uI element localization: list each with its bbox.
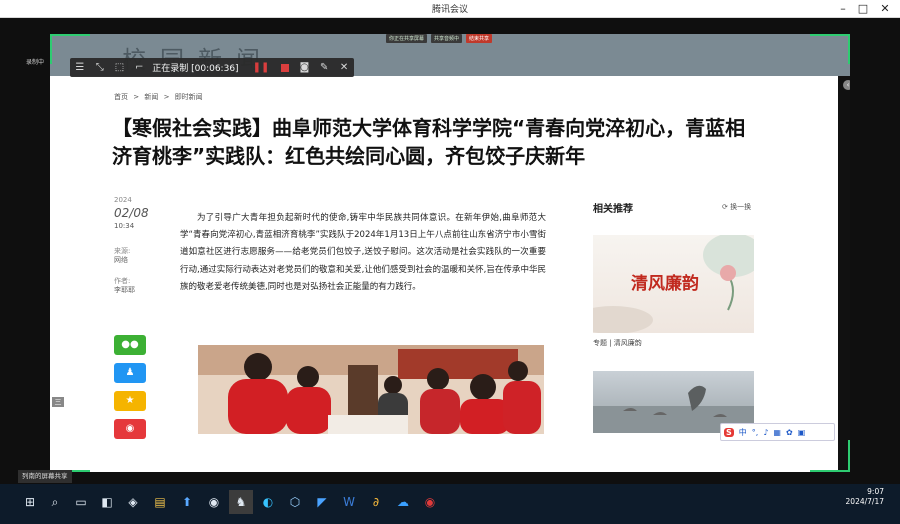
article-body: 为了引导广大青年担负起新时代的使命,铸牢中华民族共同体意识。在新年伊始,曲阜师范…	[180, 213, 546, 292]
refresh-icon: ⟳	[722, 203, 728, 211]
related-title: 相关推荐	[593, 204, 633, 215]
stop-sharing-button[interactable]: 结束共享	[466, 34, 493, 43]
app-a-icon[interactable]: ∂	[364, 490, 388, 514]
meta-source-label: 来源:	[114, 247, 131, 255]
recording-status: 正在录制 [00:06:36]	[152, 64, 239, 74]
window-titlebar: 腾讯会议 – □ ✕	[0, 0, 900, 18]
tools-icon[interactable]: ▣	[798, 428, 806, 437]
wechat-icon: ●●	[121, 339, 139, 350]
web-page: 校园新闻 ‹ 首页 > 新闻 > 即时新闻 【寒假社会实践】曲阜师范大学体育科学…	[50, 34, 850, 472]
qq-share-button[interactable]: ♟	[114, 363, 146, 383]
meta-time: 10:34	[114, 222, 135, 230]
widgets-icon[interactable]: ◧	[95, 490, 119, 514]
file-explorer-icon[interactable]: ▤	[148, 490, 172, 514]
task-view-icon[interactable]: ▭	[69, 490, 93, 514]
qzone-share-button[interactable]: ★	[114, 391, 146, 411]
ime-toolbar[interactable]: S 中 °, ♪ ▦ ✿ ▣	[720, 423, 835, 441]
breadcrumb-separator: >	[133, 93, 140, 101]
scroll-handle[interactable]: ‹	[843, 80, 850, 90]
meta-author: 李耶耶	[114, 286, 135, 294]
related-card-1[interactable]: 清风廉韵	[593, 235, 754, 333]
share-border-corner	[50, 34, 90, 36]
search-icon[interactable]: ⌕	[43, 490, 67, 514]
sogou-icon[interactable]: S	[724, 427, 734, 437]
recording-toolbar: ☰ ⤡ ⬚ ⌐ 正在录制 [00:06:36] ❚❚ ◙ ✎ ✕	[70, 58, 354, 77]
crop-icon[interactable]: ⌐	[129, 62, 149, 73]
edge-icon[interactable]: ◐	[256, 490, 280, 514]
box-app-icon[interactable]: ⬡	[283, 490, 307, 514]
maximize-button[interactable]: □	[852, 0, 874, 17]
meta-year: 2024	[114, 196, 132, 204]
card1-caption[interactable]: 专题 | 清风廉韵	[593, 338, 642, 348]
share-border-corner	[50, 34, 52, 64]
meta-author-label: 作者:	[114, 277, 131, 285]
sharing-audio-notice[interactable]: 共享音频中	[431, 34, 463, 43]
article-headline: 【寒假社会实践】曲阜师范大学体育科学学院“青春向党淬初心，青蓝相济育桃李”实践队…	[112, 116, 746, 168]
scroll-strip[interactable]: ‹	[838, 76, 850, 472]
word-icon[interactable]: W	[337, 490, 361, 514]
qq-icon: ♟	[125, 367, 135, 378]
recorder-app-icon[interactable]: ◉	[418, 490, 442, 514]
side-collapse-tab[interactable]: 三	[52, 397, 64, 407]
close-button[interactable]: ✕	[874, 0, 896, 17]
skin-icon[interactable]: ✿	[786, 428, 793, 437]
ime-language[interactable]: 中	[739, 427, 747, 438]
app-arrow-icon[interactable]: ⬆	[175, 490, 199, 514]
sharing-screen-notice: 你正在共享屏幕	[386, 34, 428, 43]
article-photo	[198, 345, 544, 434]
collapse-icon[interactable]: ⤡	[90, 62, 110, 73]
clock-date: 2024/7/17	[845, 497, 884, 506]
menu-icon[interactable]: ☰	[70, 62, 90, 73]
taskbar: ⊞ ⌕ ▭ ◧ ◈ ▤ ⬆ ◉ ♞ ◐ ⬡ ◤ W ∂ ☁ ◉ 9:07 202…	[0, 484, 900, 524]
weibo-icon: ◉	[125, 423, 135, 434]
weibo-share-button[interactable]: ◉	[114, 419, 146, 439]
cloud-app-icon[interactable]: ☁	[391, 490, 415, 514]
refresh-label: 换一换	[730, 203, 752, 211]
camera-icon[interactable]: ◙	[295, 62, 315, 73]
share-border-corner	[848, 440, 850, 472]
breadcrumb-news[interactable]: 新闻	[144, 93, 158, 101]
article-meta: 2024 02/08 10:34 来源: 网络 作者: 李耶耶	[114, 196, 149, 295]
meta-source: 网络	[114, 256, 128, 264]
refresh-button[interactable]: ⟳ 换一换	[722, 202, 751, 212]
breadcrumb: 首页 > 新闻 > 即时新闻	[114, 92, 206, 102]
meta-date: 02/08	[114, 206, 149, 220]
breadcrumb-separator: >	[163, 93, 170, 101]
screen-share-status: 列南的屏幕共享	[18, 470, 72, 483]
share-border-corner	[848, 34, 850, 64]
recording-corner-label: 录制中	[26, 59, 45, 66]
steam-icon[interactable]: ◉	[202, 490, 226, 514]
qzone-icon: ★	[125, 395, 135, 406]
share-notice-bar: 你正在共享屏幕 共享音频中 结束共享	[386, 34, 493, 43]
card1-title: 清风廉韵	[631, 274, 699, 294]
punctuation-icon[interactable]: °,	[752, 428, 759, 437]
keyboard-icon[interactable]: ▦	[773, 428, 781, 437]
close-toolbar-icon[interactable]: ✕	[334, 62, 354, 73]
region-icon[interactable]: ⬚	[110, 62, 130, 73]
app-icon[interactable]: ◈	[121, 490, 145, 514]
microphone-icon[interactable]: ♪	[763, 428, 768, 437]
wechat-share-button[interactable]: ●●	[114, 335, 146, 355]
volunteers-photo	[198, 345, 544, 434]
start-windows-icon[interactable]: ⊞	[18, 490, 42, 514]
clock-time: 9:07	[867, 487, 884, 496]
stop-record-icon[interactable]	[281, 63, 289, 72]
pen-icon[interactable]: ✎	[314, 62, 334, 73]
system-clock[interactable]: 9:07 2024/7/17	[846, 487, 884, 507]
breadcrumb-instant-news[interactable]: 即时新闻	[175, 93, 203, 101]
breadcrumb-home[interactable]: 首页	[114, 93, 128, 101]
qq-app-icon[interactable]: ♞	[229, 490, 253, 514]
share-border-corner	[810, 34, 850, 36]
window-title: 腾讯会议	[431, 5, 468, 15]
tencent-meeting-icon[interactable]: ◤	[310, 490, 334, 514]
pause-icon[interactable]: ❚❚	[253, 62, 270, 73]
share-border-corner	[810, 470, 850, 472]
minimize-button[interactable]: –	[832, 0, 854, 17]
